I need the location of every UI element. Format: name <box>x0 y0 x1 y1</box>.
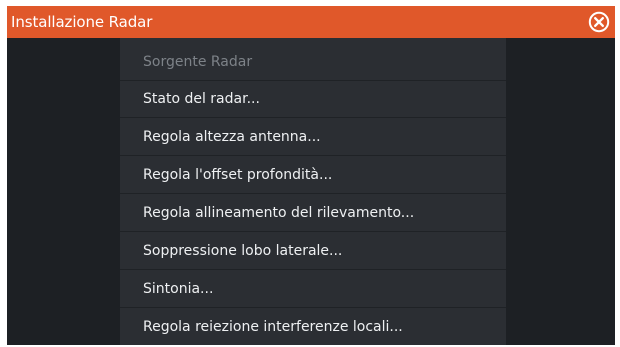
title-bar: Installazione Radar <box>7 6 615 38</box>
menu-item-label: Regola allineamento del rilevamento... <box>143 205 415 221</box>
menu-item-radar-status[interactable]: Stato del radar... <box>120 81 506 118</box>
menu-item-label: Stato del radar... <box>143 91 260 107</box>
menu-item-tuning[interactable]: Sintonia... <box>120 271 506 308</box>
menu-item-label: Soppressione lobo laterale... <box>143 243 343 259</box>
menu-item-label: Regola l'offset profondità... <box>143 167 333 183</box>
menu-item-label: Regola altezza antenna... <box>143 129 321 145</box>
radar-installation-dialog: Installazione Radar Sorgente Radar Stato… <box>7 6 615 345</box>
dialog-title: Installazione Radar <box>11 13 153 31</box>
menu-item-sidelobe-suppression[interactable]: Soppressione lobo laterale... <box>120 233 506 270</box>
menu-item-depth-offset[interactable]: Regola l'offset profondità... <box>120 157 506 194</box>
menu-item-label: Sintonia... <box>143 281 214 297</box>
menu-item-bearing-alignment[interactable]: Regola allineamento del rilevamento... <box>120 195 506 232</box>
menu-item-interference-rejection[interactable]: Regola reiezione interferenze locali... <box>120 309 506 345</box>
close-icon[interactable] <box>588 11 610 33</box>
menu-item-label: Sorgente Radar <box>143 54 253 70</box>
settings-menu: Sorgente Radar Stato del radar... Regola… <box>120 38 506 345</box>
menu-item-radar-source: Sorgente Radar <box>120 44 506 81</box>
menu-item-antenna-height[interactable]: Regola altezza antenna... <box>120 119 506 156</box>
menu-item-label: Regola reiezione interferenze locali... <box>143 319 403 335</box>
